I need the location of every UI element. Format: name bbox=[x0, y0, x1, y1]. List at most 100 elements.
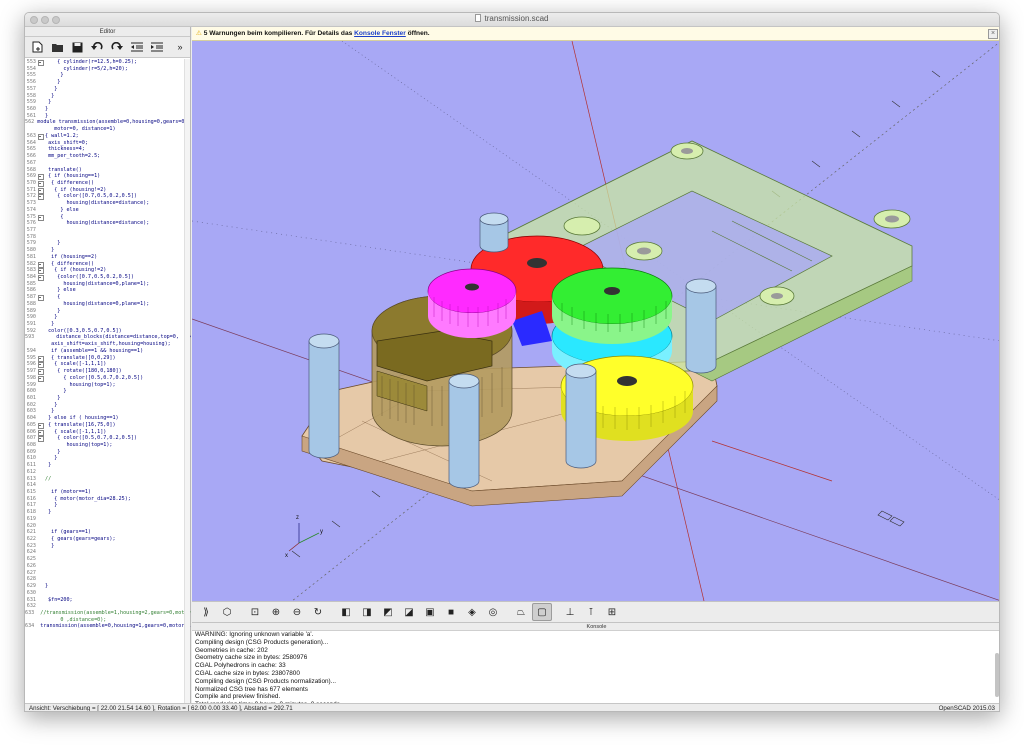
code-line[interactable]: 584 {color([0.7,0.5,0.2,0.5]) bbox=[25, 274, 191, 281]
code-line[interactable]: 613 // bbox=[25, 476, 191, 483]
code-line[interactable]: 594 if (assemble==1 && housing==1) bbox=[25, 348, 191, 355]
new-file-icon[interactable] bbox=[27, 39, 47, 55]
code-line[interactable]: 633 //transmission(assemble=1,housing=2,… bbox=[25, 610, 191, 617]
code-line[interactable]: 632 bbox=[25, 603, 191, 610]
code-line[interactable]: 583 { if (housing!=2) bbox=[25, 267, 191, 274]
fold-toggle-icon[interactable] bbox=[37, 355, 44, 362]
code-line[interactable]: 572 { color([0.7,0.5,0.2,0.5]) bbox=[25, 193, 191, 201]
render-icon[interactable]: ⬡ bbox=[217, 603, 237, 621]
code-line[interactable]: 624 bbox=[25, 549, 191, 556]
code-line[interactable]: 602 } bbox=[25, 402, 191, 409]
code-line[interactable]: 554 cylinder(r=5/2,h=20); bbox=[25, 66, 191, 73]
code-line[interactable]: 629} bbox=[25, 583, 191, 590]
fold-toggle-icon[interactable] bbox=[37, 59, 44, 66]
code-line[interactable]: 603 } bbox=[25, 408, 191, 415]
code-line[interactable]: 582 { difference() bbox=[25, 261, 191, 268]
code-line[interactable]: 565 thickness=4; bbox=[25, 146, 191, 153]
3d-viewport[interactable]: z y x bbox=[192, 41, 999, 601]
reset-view-icon[interactable]: ↻ bbox=[308, 603, 328, 621]
code-line[interactable]: 627 bbox=[25, 570, 191, 577]
view-bottom-icon[interactable]: ◩ bbox=[378, 603, 398, 621]
code-line[interactable]: 601 } bbox=[25, 395, 191, 402]
code-line[interactable]: 604 } else if ( housing==1) bbox=[25, 415, 191, 422]
code-line[interactable]: 610 } bbox=[25, 455, 191, 462]
code-line[interactable]: 580 } bbox=[25, 247, 191, 254]
preview-icon[interactable]: ⟫ bbox=[196, 603, 216, 621]
code-line[interactable]: 574 } else bbox=[25, 207, 191, 214]
view-back-icon[interactable]: ■ bbox=[441, 603, 461, 621]
code-line[interactable]: 561} bbox=[25, 113, 191, 120]
code-line[interactable]: 581 if (housing==2) bbox=[25, 254, 191, 261]
code-line[interactable]: 593 distance_blocks(distance=distance,to… bbox=[25, 334, 191, 341]
console-scrollbar[interactable] bbox=[995, 653, 999, 697]
fold-toggle-icon[interactable] bbox=[37, 361, 44, 369]
open-folder-icon[interactable] bbox=[47, 39, 67, 55]
code-editor[interactable]: 553 { cylinder(r=12.5,h=0.25); 554 cylind… bbox=[25, 59, 191, 704]
code-line[interactable]: 560} bbox=[25, 106, 191, 113]
code-line[interactable]: 558 } bbox=[25, 93, 191, 100]
console-output[interactable]: WARNING: Ignoring unknown variable 'a'. C… bbox=[192, 631, 999, 705]
code-line[interactable]: 587 { bbox=[25, 294, 191, 301]
fold-toggle-icon[interactable] bbox=[37, 180, 44, 187]
code-line[interactable]: 605 { translate([16,75,0]) bbox=[25, 422, 191, 429]
code-line[interactable]: 569 { if (housing==1) bbox=[25, 173, 191, 180]
more-icon[interactable]: » bbox=[170, 39, 190, 55]
code-line[interactable]: 621 if (gears==1) bbox=[25, 529, 191, 536]
view-left-icon[interactable]: ◪ bbox=[399, 603, 419, 621]
code-line[interactable]: 0 ,distance=0); bbox=[25, 617, 191, 624]
code-line[interactable]: 622 { gears(gears=gears); bbox=[25, 536, 191, 543]
view-center-icon[interactable]: ◎ bbox=[483, 603, 503, 621]
code-line[interactable]: 555 } bbox=[25, 72, 191, 79]
fold-toggle-icon[interactable] bbox=[37, 274, 44, 281]
code-line[interactable]: 577 bbox=[25, 227, 191, 234]
code-line[interactable]: 608 housing(top=1); bbox=[25, 442, 191, 449]
code-line[interactable]: 591 } bbox=[25, 321, 191, 328]
code-line[interactable]: 614 bbox=[25, 482, 191, 489]
zoom-out-icon[interactable]: ⊖ bbox=[287, 603, 307, 621]
console-link[interactable]: Konsole Fenster bbox=[354, 30, 406, 37]
code-line[interactable]: 619 bbox=[25, 516, 191, 523]
code-line[interactable]: 623 } bbox=[25, 543, 191, 550]
view-top-icon[interactable]: ◨ bbox=[357, 603, 377, 621]
code-line[interactable]: 606 { scale([-1,1,1]) bbox=[25, 429, 191, 436]
redo-icon[interactable] bbox=[107, 39, 127, 55]
code-line[interactable]: 628 bbox=[25, 576, 191, 583]
code-line[interactable]: 586 } else bbox=[25, 287, 191, 294]
code-line[interactable]: 573 housing(distance=distance); bbox=[25, 200, 191, 207]
code-line[interactable]: 617 } bbox=[25, 502, 191, 509]
fold-toggle-icon[interactable] bbox=[37, 368, 44, 375]
code-line[interactable]: 625 bbox=[25, 556, 191, 563]
view-right-icon[interactable]: ◧ bbox=[336, 603, 356, 621]
code-line[interactable]: 600 } bbox=[25, 388, 191, 395]
code-line[interactable]: 611 } bbox=[25, 462, 191, 469]
close-warning-button[interactable]: × bbox=[988, 29, 998, 39]
code-line[interactable]: 562 module transmission(assemble=0,housin… bbox=[25, 119, 191, 126]
fold-toggle-icon[interactable] bbox=[37, 435, 44, 442]
code-line[interactable]: 631 $fn=200; bbox=[25, 597, 191, 604]
indent-icon[interactable] bbox=[147, 39, 167, 55]
code-line[interactable]: 615 if (motor==1) bbox=[25, 489, 191, 496]
save-icon[interactable] bbox=[67, 39, 87, 55]
code-line[interactable]: 559 } bbox=[25, 99, 191, 106]
code-line[interactable]: 607 { color([0.5,0.7,0.2,0.5]) bbox=[25, 435, 191, 442]
code-line[interactable]: 571 { if (housing!=2) bbox=[25, 187, 191, 194]
code-line[interactable]: 609 } bbox=[25, 449, 191, 456]
code-line[interactable]: 589 } bbox=[25, 308, 191, 315]
show-scale-icon[interactable]: ⊺ bbox=[581, 603, 601, 621]
code-line[interactable]: axis_shift=axis_shift,housing=housing); bbox=[25, 341, 191, 348]
code-line[interactable]: 575 { bbox=[25, 214, 191, 221]
code-line[interactable]: 618 } bbox=[25, 509, 191, 516]
code-line[interactable]: 592 color([0.3,0.5,0.7,0.5]) bbox=[25, 328, 191, 335]
code-line[interactable]: 630 bbox=[25, 590, 191, 597]
code-line[interactable]: 556 } bbox=[25, 79, 191, 86]
fold-toggle-icon[interactable] bbox=[37, 422, 44, 429]
code-line[interactable]: motor=0, distance=1) bbox=[25, 126, 191, 133]
code-line[interactable]: 595 { translate([0,0,29]) bbox=[25, 355, 191, 362]
orthogonal-icon[interactable]: ▢ bbox=[532, 603, 552, 621]
code-line[interactable]: 599 housing(top=1); bbox=[25, 382, 191, 389]
code-line[interactable]: 576 housing(distance=distance); bbox=[25, 220, 191, 227]
code-line[interactable]: 566 mm_per_tooth=2.5; bbox=[25, 153, 191, 160]
fold-toggle-icon[interactable] bbox=[37, 375, 44, 382]
fold-toggle-icon[interactable] bbox=[37, 294, 44, 301]
code-line[interactable]: 588 housing(distance=0,plane=1); bbox=[25, 301, 191, 308]
